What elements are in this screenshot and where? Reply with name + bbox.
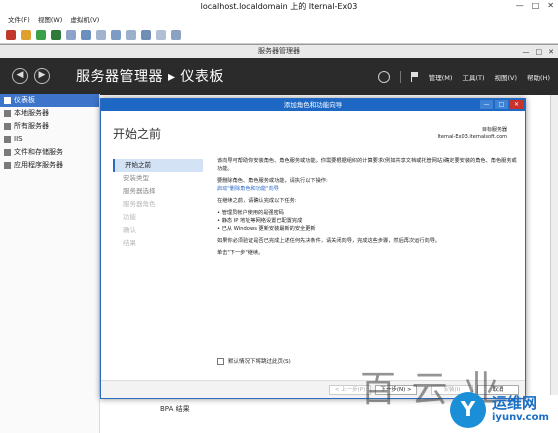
bpa-results-label: BPA 结果 <box>160 405 190 413</box>
wizard-steps: 开始之前 安装类型 服务器选择 服务器角色 功能 确认 结果 <box>113 159 203 250</box>
pause-icon[interactable] <box>21 30 31 40</box>
wizard-titlebar: 添加角色和功能向导 — □ ✕ <box>101 99 525 111</box>
step-results: 结果 <box>123 239 136 247</box>
vm-window-title: localhost.localdomain 上的 Iternal-Ex03 <box>0 0 558 14</box>
wizard-title: 添加角色和功能向导 <box>283 101 343 109</box>
sidebar-item-label: 应用程序服务器 <box>14 161 63 169</box>
step-features: 功能 <box>123 213 136 221</box>
step-confirmation: 确认 <box>123 226 136 234</box>
send-keys-icon[interactable] <box>126 30 136 40</box>
remove-roles-link[interactable]: 启动"删除角色和功能"向导 <box>217 186 279 192</box>
flag-icon[interactable] <box>410 72 419 82</box>
step-installation-type[interactable]: 安装类型 <box>113 172 203 185</box>
back-button[interactable]: ◀ <box>12 68 28 84</box>
divider <box>399 71 401 83</box>
sidebar-item-label: IIS <box>14 135 23 143</box>
sidebar-item-file-storage[interactable]: 文件和存储服务 <box>0 146 99 159</box>
logo-domain: iyunv.com <box>492 412 549 423</box>
prereq-text: 在继续之前，请确认完成以下任务: <box>217 198 297 204</box>
verify-text: 如果你必须验证是否已完成上述任何先决条件，请关闭向导，完成这些步骤，然后再次运行… <box>217 238 441 244</box>
remove-text: 要删除角色、角色服务或功能，请执行以下操作: <box>217 178 328 184</box>
prereq-list: 管理员帐户使用的是强密码 静态 IP 地址等网络设置已配置完成 已从 Windo… <box>217 209 517 233</box>
logo-icon: Y <box>450 392 486 428</box>
menu-manage[interactable]: 管理(M) <box>429 72 453 82</box>
menu-view[interactable]: 视图(W) <box>38 14 63 26</box>
dashboard-icon <box>4 97 11 104</box>
sidebar-item-label: 所有服务器 <box>14 122 49 130</box>
sidebar-item-all-servers[interactable]: 所有服务器 <box>0 120 99 133</box>
menu-vm[interactable]: 虚拟机(V) <box>70 14 99 26</box>
revert-icon[interactable] <box>81 30 91 40</box>
list-item: 已从 Windows 更新安装最新的安全更新 <box>217 225 517 233</box>
vm-toolbar <box>0 27 558 44</box>
servers-icon <box>4 123 11 130</box>
back-arrow-icon: ◀ <box>16 70 24 80</box>
app-server-icon <box>4 162 11 169</box>
console-icon[interactable] <box>111 30 121 40</box>
server-manager-header: ◀ ▶ 服务器管理器 ▸ 仪表板 管理(M) 工具(T) 视图(V) 帮助(H) <box>0 58 558 95</box>
menu-file[interactable]: 文件(F) <box>8 14 30 26</box>
menu-help[interactable]: 帮助(H) <box>527 72 550 82</box>
skip-page-checkbox[interactable] <box>217 357 224 365</box>
continue-text: 单击"下一步"继续。 <box>217 250 264 256</box>
target-server-value: Iternal-Ex03.iternalsoft.com <box>437 134 507 140</box>
list-item: 静态 IP 地址等网络设置已配置完成 <box>217 217 517 225</box>
breadcrumb: 服务器管理器 ▸ 仪表板 <box>76 69 224 85</box>
maximize-button[interactable]: □ <box>532 1 540 10</box>
wizard-maximize-button[interactable]: □ <box>495 100 508 109</box>
watermark-logo: Y 运维网 iyunv.com <box>448 390 558 433</box>
snapshot-icon[interactable] <box>66 30 76 40</box>
stop-icon[interactable] <box>6 30 16 40</box>
sidebar-item-dashboard[interactable]: 仪表板 <box>0 94 99 107</box>
intro-text: 该向导可帮助你安装角色、角色服务或功能。你需要根据组织的计算要求(例如共享文档或… <box>217 158 517 172</box>
connect-device-icon[interactable] <box>171 30 181 40</box>
logo-name: 运维网 <box>492 394 538 412</box>
forward-button[interactable]: ▶ <box>34 68 50 84</box>
iis-icon <box>4 136 11 143</box>
reset-icon[interactable] <box>51 30 61 40</box>
forward-arrow-icon: ▶ <box>38 70 46 80</box>
edit-settings-icon[interactable] <box>141 30 151 40</box>
play-icon[interactable] <box>36 30 46 40</box>
add-roles-wizard: 添加角色和功能向导 — □ ✕ 开始之前 目标服务器 Iternal-Ex03.… <box>100 98 526 399</box>
header-menu: 管理(M) 工具(T) 视图(V) 帮助(H) <box>377 71 550 83</box>
vm-window-controls: — □ ✕ <box>516 1 554 10</box>
wizard-minimize-button[interactable]: — <box>480 100 493 109</box>
main-scrollbar[interactable] <box>550 95 558 395</box>
step-before-you-begin[interactable]: 开始之前 <box>113 159 203 172</box>
server-icon <box>4 110 11 117</box>
step-server-roles: 服务器角色 <box>123 200 156 208</box>
server-manager-title: 服务器管理器 <box>258 47 300 55</box>
sidebar-item-label: 本地服务器 <box>14 109 49 117</box>
menu-tools[interactable]: 工具(T) <box>462 72 484 82</box>
storage-icon <box>4 149 11 156</box>
sidebar-item-label: 仪表板 <box>14 96 35 104</box>
list-item: 管理员帐户使用的是强密码 <box>217 209 517 217</box>
close-button[interactable]: ✕ <box>547 1 554 10</box>
target-server-label: 目标服务器 <box>481 127 507 133</box>
minimize-button[interactable]: — <box>516 1 524 10</box>
target-server: 目标服务器 Iternal-Ex03.iternalsoft.com <box>437 127 507 141</box>
sidebar-item-local-server[interactable]: 本地服务器 <box>0 107 99 120</box>
step-server-selection[interactable]: 服务器选择 <box>113 185 203 198</box>
refresh-icon[interactable] <box>377 71 390 83</box>
skip-page-checkbox-row[interactable]: 默认情况下将跳过此页(S) <box>217 357 291 365</box>
wizard-close-button[interactable]: ✕ <box>510 100 523 109</box>
menu-view-sm[interactable]: 视图(V) <box>495 72 518 82</box>
skip-page-label: 默认情况下将跳过此页(S) <box>228 359 291 365</box>
install-tools-icon[interactable] <box>156 30 166 40</box>
wizard-body: 该向导可帮助你安装角色、角色服务或功能。你需要根据组织的计算要求(例如共享文档或… <box>217 157 517 261</box>
sidebar-item-label: 文件和存储服务 <box>14 148 63 156</box>
server-manager-titlebar: 服务器管理器 — □ ✕ <box>0 45 558 58</box>
sidebar: 仪表板 本地服务器 所有服务器 IIS 文件和存储服务 应用程序服务器 <box>0 94 100 433</box>
sidebar-item-iis[interactable]: IIS <box>0 133 99 146</box>
vm-menu-bar: 文件(F) 视图(W) 虚拟机(V) <box>0 14 558 26</box>
manage-snapshots-icon[interactable] <box>96 30 106 40</box>
wizard-heading: 开始之前 <box>113 127 162 141</box>
sidebar-item-app-server[interactable]: 应用程序服务器 <box>0 159 99 172</box>
